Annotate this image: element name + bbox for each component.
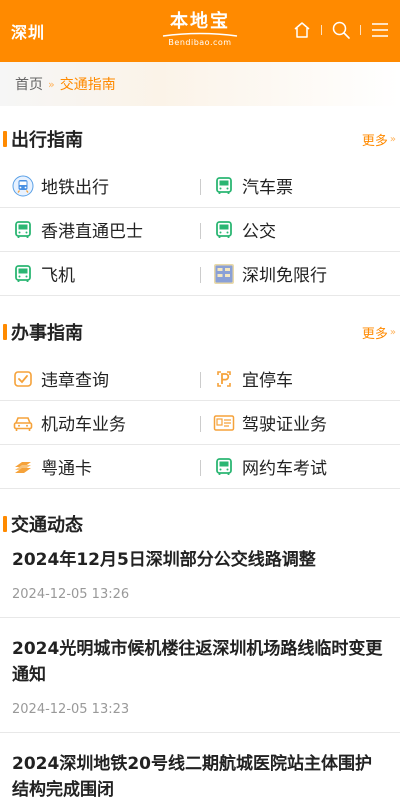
item-label: 违章查询 xyxy=(41,371,109,391)
grid-row: 地铁出行 汽车票 xyxy=(0,164,400,208)
travel-item-bus-ticket[interactable]: 汽车票 xyxy=(200,164,400,207)
grid-row: 粤通卡 网约车考试 xyxy=(0,445,400,489)
affairs-item-ride-hailing-exam[interactable]: 网约车考试 xyxy=(200,445,400,488)
license-icon xyxy=(213,412,235,434)
column-divider xyxy=(200,179,201,195)
grid-row: 机动车业务 驾驶证业务 xyxy=(0,401,400,445)
affairs-section-header: 办事指南 更多 » xyxy=(0,307,400,357)
item-label: 公交 xyxy=(242,222,276,242)
grid-row: 违章查询 宜停车 xyxy=(0,357,400,401)
column-divider xyxy=(200,460,201,476)
travel-section-header: 出行指南 更多 » xyxy=(0,114,400,164)
double-chevron-icon: » xyxy=(389,326,396,338)
affairs-more-link[interactable]: 更多 » xyxy=(362,323,396,342)
parking-icon xyxy=(213,368,235,390)
top-header: 深圳 本地宝 Bendibao.com xyxy=(0,0,400,62)
travel-item-plane[interactable]: 飞机 xyxy=(0,252,200,295)
section-marker xyxy=(3,324,7,340)
item-label: 汽车票 xyxy=(242,178,293,198)
affairs-item-vehicle[interactable]: 机动车业务 xyxy=(0,401,200,444)
city-selector[interactable]: 深圳 xyxy=(11,19,45,43)
affairs-item-etc-card[interactable]: 粤通卡 xyxy=(0,445,200,488)
breadcrumb: 首页 » 交通指南 xyxy=(0,62,400,106)
item-label: 深圳免限行 xyxy=(242,266,327,286)
bus-icon xyxy=(213,456,235,478)
news-item[interactable]: 2024光明城市候机楼往返深圳机场路线临时变更通知 2024-12-05 13:… xyxy=(0,618,400,733)
grid-row: 飞机 深圳免限行 xyxy=(0,252,400,296)
item-label: 驾驶证业务 xyxy=(242,415,327,435)
more-label: 更多 xyxy=(361,133,388,149)
breadcrumb-home-link[interactable]: 首页 xyxy=(15,74,43,94)
column-divider xyxy=(200,372,201,388)
news-item[interactable]: 2024年12月5日深圳部分公交线路调整 2024-12-05 13:26 xyxy=(0,545,400,618)
section-title: 办事指南 xyxy=(11,323,83,344)
section-title: 交通动态 xyxy=(11,515,83,536)
affairs-item-violation[interactable]: 违章查询 xyxy=(0,357,200,400)
bus-icon xyxy=(213,175,235,197)
travel-item-hk-bus[interactable]: 香港直通巴士 xyxy=(0,208,200,251)
violation-check-icon xyxy=(12,368,34,390)
item-label: 宜停车 xyxy=(242,371,293,391)
travel-item-metro[interactable]: 地铁出行 xyxy=(0,164,200,207)
menu-icon[interactable] xyxy=(370,20,390,40)
item-label: 粤通卡 xyxy=(41,459,92,479)
news-title[interactable]: 2024年12月5日深圳部分公交线路调整 xyxy=(12,547,388,573)
news-item[interactable]: 2024深圳地铁20号线二期航城医院站主体围护结构完成围闭 xyxy=(0,733,400,803)
section-marker xyxy=(3,131,7,147)
news-section-header: 交通动态 xyxy=(0,503,400,545)
section-marker xyxy=(3,516,7,532)
news-time: 2024-12-05 13:23 xyxy=(12,702,130,717)
travel-more-link[interactable]: 更多 » xyxy=(362,130,396,149)
site-logo[interactable]: 本地宝 Bendibao.com xyxy=(155,12,245,48)
header-actions xyxy=(292,20,390,40)
news-title[interactable]: 2024深圳地铁20号线二期航城医院站主体围护结构完成围闭 xyxy=(12,751,388,803)
breadcrumb-current: 交通指南 xyxy=(59,77,116,93)
breadcrumb-separator: » xyxy=(48,77,55,91)
travel-item-no-restriction[interactable]: 深圳免限行 xyxy=(200,252,400,295)
column-divider xyxy=(200,267,201,283)
header-divider xyxy=(360,25,361,35)
affairs-item-parking[interactable]: 宜停车 xyxy=(200,357,400,400)
item-label: 地铁出行 xyxy=(41,178,109,198)
news-title[interactable]: 2024光明城市候机楼往返深圳机场路线临时变更通知 xyxy=(12,636,388,688)
column-divider xyxy=(200,416,201,432)
car-icon xyxy=(12,412,34,434)
bus-icon xyxy=(12,219,34,241)
grid-row: 香港直通巴士 公交 xyxy=(0,208,400,252)
bus-icon xyxy=(12,263,34,285)
item-label: 飞机 xyxy=(41,266,75,286)
search-icon[interactable] xyxy=(331,20,351,40)
news-time: 2024-12-05 13:26 xyxy=(12,587,130,602)
column-divider xyxy=(200,223,201,239)
double-chevron-icon: » xyxy=(389,133,396,145)
metro-icon xyxy=(12,175,34,197)
restriction-icon xyxy=(213,263,235,285)
header-divider xyxy=(321,25,322,35)
bus-icon xyxy=(213,219,235,241)
affairs-item-license[interactable]: 驾驶证业务 xyxy=(200,401,400,444)
item-label: 机动车业务 xyxy=(41,415,126,435)
logo-text: 本地宝 xyxy=(170,11,230,32)
item-label: 网约车考试 xyxy=(242,459,327,479)
logo-subtext: Bendibao.com xyxy=(168,38,232,47)
home-icon[interactable] xyxy=(292,20,312,40)
item-label: 香港直通巴士 xyxy=(41,222,143,242)
travel-item-public-bus[interactable]: 公交 xyxy=(200,208,400,251)
more-label: 更多 xyxy=(361,326,388,342)
card-icon xyxy=(12,456,34,478)
section-title: 出行指南 xyxy=(11,130,83,151)
